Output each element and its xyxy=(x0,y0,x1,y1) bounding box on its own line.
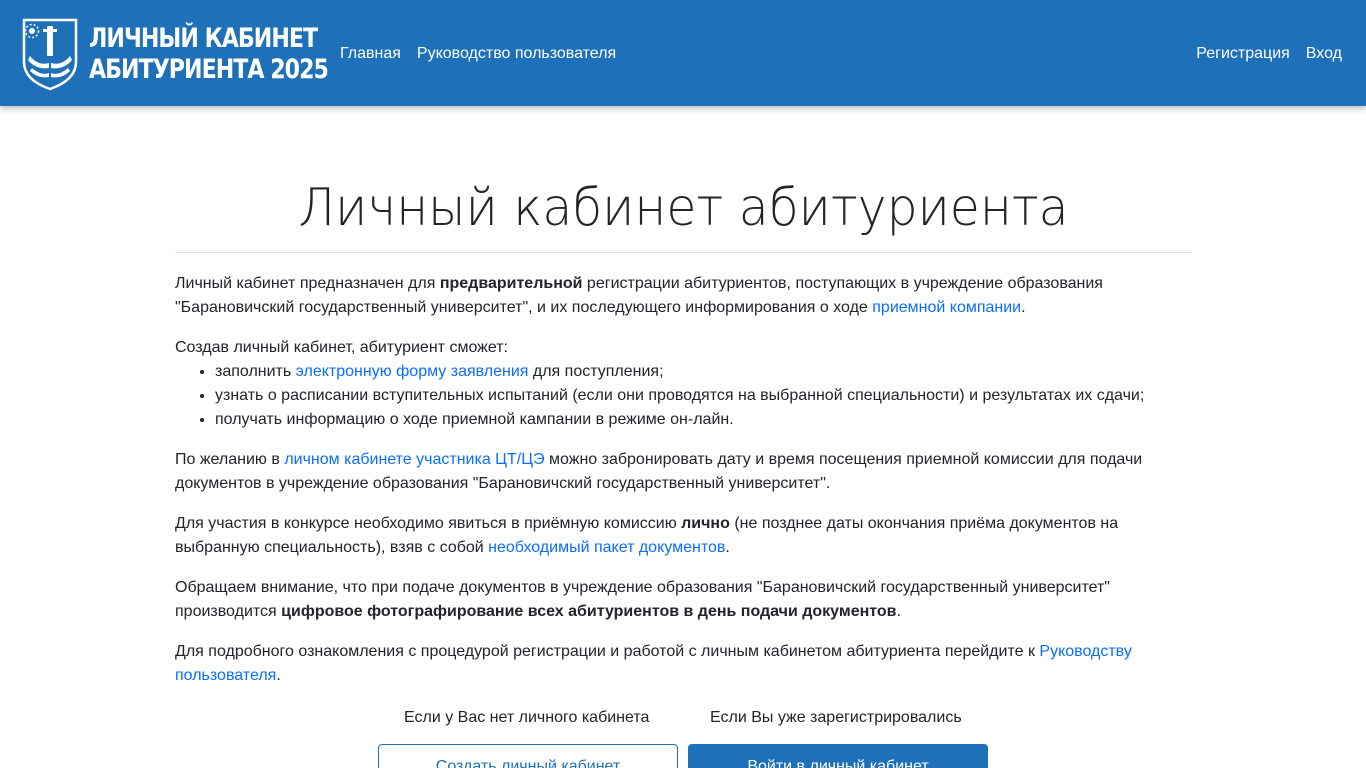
university-emblem-icon xyxy=(22,18,78,91)
cta-labels: Если у Вас нет личного кабинета Если Вы … xyxy=(404,706,962,730)
paragraph-photo: Обращаем внимание, что при подаче докуме… xyxy=(175,576,1192,624)
paragraph-guide: Для подробного ознакомления с процедурой… xyxy=(175,640,1192,688)
brand-line-2: АБИТУРИЕНТА 2025 xyxy=(89,54,329,85)
link-documents-package[interactable]: необходимый пакет документов xyxy=(488,539,725,556)
label-no-account: Если у Вас нет личного кабинета xyxy=(404,709,650,726)
nav-left: Главная Руководство пользователя xyxy=(340,44,616,63)
bold-text: цифровое фотографирование всех абитуриен… xyxy=(281,603,897,620)
create-account-button[interactable]: Создать личный кабинет xyxy=(378,744,678,768)
link-ct-ce-cabinet[interactable]: личном кабинете участника ЦТ/ЦЭ xyxy=(284,451,544,468)
bold-text: лично xyxy=(681,515,730,532)
intro-text: Личный кабинет предназначен для предвари… xyxy=(175,272,1192,688)
text: Для участия в конкурсе необходимо явитьс… xyxy=(175,515,682,532)
bold-text: предварительной xyxy=(439,275,583,292)
list-item: узнать о расписании вступительных испыта… xyxy=(215,384,1192,408)
brand[interactable]: ЛИЧНЫЙ КАБИНЕТ АБИТУРИЕНТА 2025 xyxy=(18,16,380,92)
text: заполнить xyxy=(215,363,296,380)
link-admission-campaign[interactable]: приемной компании xyxy=(872,299,1021,316)
text: По желанию в xyxy=(175,451,285,468)
link-application-form[interactable]: электронную форму заявления xyxy=(296,363,529,380)
label-registered: Если Вы уже зарегистрировались xyxy=(710,709,962,726)
nav-link-user-guide[interactable]: Руководство пользователя xyxy=(417,44,616,63)
text: Личный кабинет предназначен для xyxy=(175,275,440,292)
paragraph-features-intro: Создав личный кабинет, абитуриент сможет… xyxy=(175,339,508,356)
brand-title: ЛИЧНЫЙ КАБИНЕТ АБИТУРИЕНТА 2025 xyxy=(89,23,329,85)
text: . xyxy=(896,603,901,620)
nav-link-login[interactable]: Вход xyxy=(1306,44,1342,63)
page-title: Личный кабинет абитуриента xyxy=(298,178,1069,238)
title-divider xyxy=(175,252,1192,253)
paragraph-attendance: Для участия в конкурсе необходимо явитьс… xyxy=(175,512,1192,560)
top-navbar: ЛИЧНЫЙ КАБИНЕТ АБИТУРИЕНТА 2025 Главная … xyxy=(0,0,1366,106)
main-content: Личный кабинет абитуриента Личный кабине… xyxy=(175,106,1192,704)
list-item: получать информацию о ходе приемной камп… xyxy=(215,408,1192,432)
text: для поступления; xyxy=(528,363,664,380)
nav-link-home[interactable]: Главная xyxy=(340,44,401,63)
text: . xyxy=(1021,299,1026,316)
paragraph-booking: По желанию в личном кабинете участника Ц… xyxy=(175,448,1192,496)
nav-link-register[interactable]: Регистрация xyxy=(1196,44,1290,63)
login-button[interactable]: Войти в личный кабинет xyxy=(688,744,988,768)
nav-right: Регистрация Вход xyxy=(1196,44,1342,63)
brand-line-1: ЛИЧНЫЙ КАБИНЕТ xyxy=(89,23,318,54)
text: . xyxy=(725,539,730,556)
list-item: заполнить электронную форму заявления дл… xyxy=(215,360,1192,384)
paragraph-purpose: Личный кабинет предназначен для предвари… xyxy=(175,272,1192,320)
text: . xyxy=(276,667,281,684)
features-list: заполнить электронную форму заявления дл… xyxy=(215,360,1192,432)
text: Для подробного ознакомления с процедурой… xyxy=(175,643,1040,660)
